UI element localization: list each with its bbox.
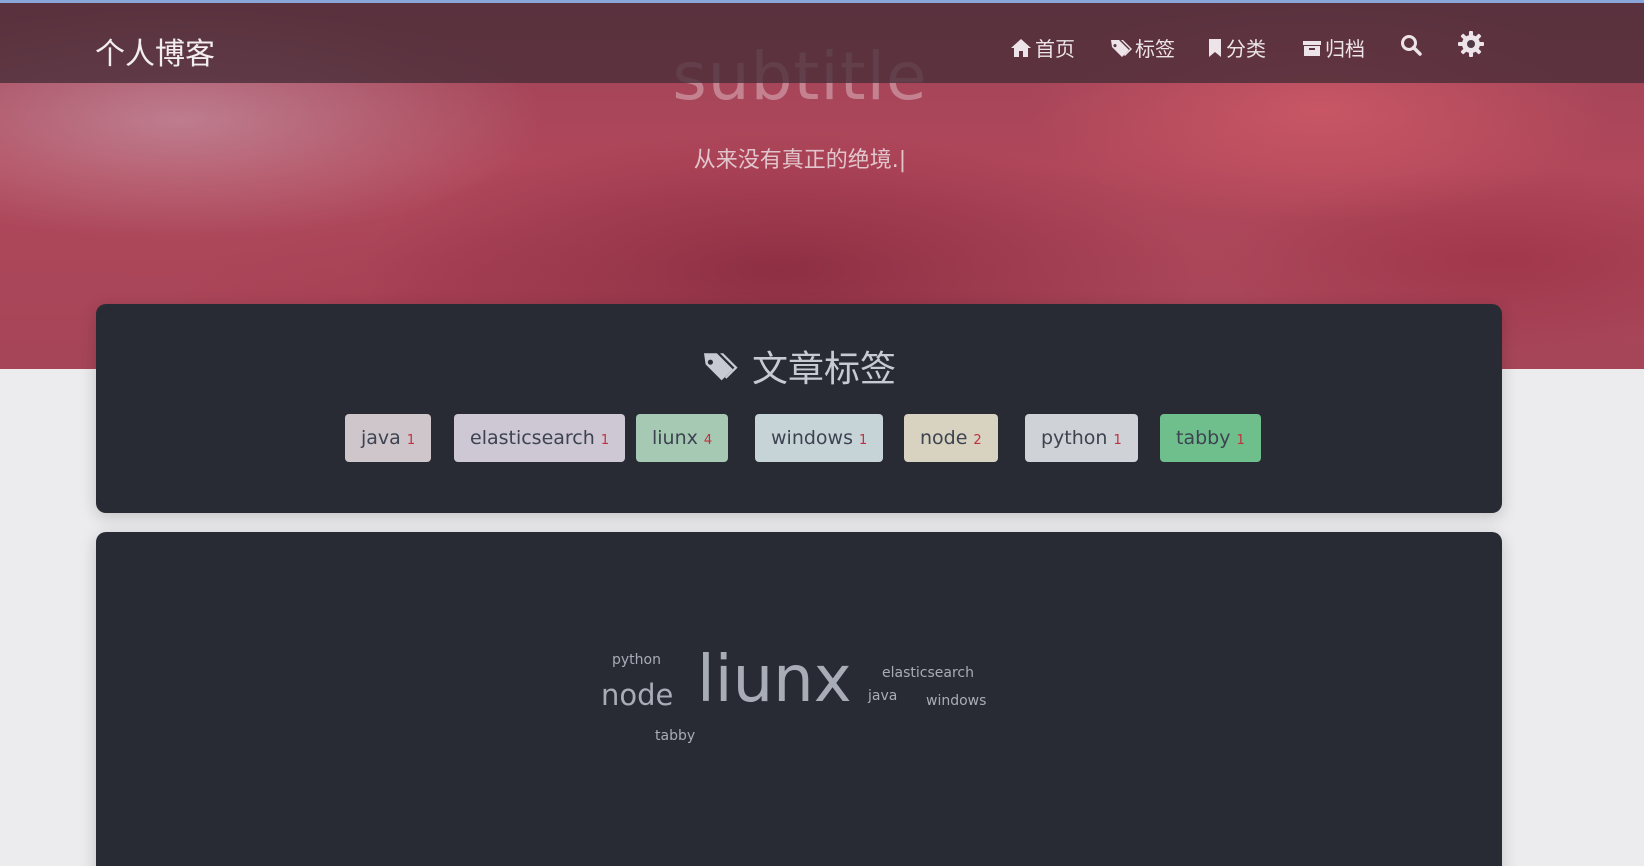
search-icon: [1401, 35, 1422, 56]
cloud-word-windows[interactable]: windows: [926, 693, 986, 709]
hero-motto: 从来没有真正的绝境.|: [693, 148, 907, 173]
tag-chip-name: node: [920, 427, 968, 449]
cloud-word-node[interactable]: node: [601, 678, 673, 712]
tag-chip-name: liunx: [652, 427, 698, 449]
tags-card: 文章标签 java 1 elasticsearch 1 liunx 4 wind…: [96, 304, 1502, 513]
tag-chip-node[interactable]: node 2: [904, 414, 998, 462]
tag-chip-liunx[interactable]: liunx 4: [636, 414, 729, 462]
settings-button[interactable]: [1457, 30, 1485, 62]
tag-chip-tabby[interactable]: tabby 1: [1160, 414, 1261, 462]
archive-icon: [1303, 40, 1321, 56]
search-button[interactable]: [1400, 34, 1422, 60]
cloud-word-tabby[interactable]: tabby: [655, 728, 695, 744]
tag-chip-count: 2: [973, 432, 982, 448]
tag-chip-elasticsearch[interactable]: elasticsearch 1: [454, 414, 626, 462]
top-accent-line: [0, 0, 1644, 3]
tag-chip-count: 1: [1236, 432, 1245, 448]
home-icon: [1011, 38, 1031, 57]
cloud-word-python[interactable]: python: [612, 652, 661, 668]
nav-item-categories[interactable]: 分类: [1207, 33, 1266, 62]
tags-icon: [1111, 39, 1132, 57]
tag-chip-count: 1: [1113, 432, 1122, 448]
nav-item-tags[interactable]: 标签: [1110, 33, 1175, 62]
tag-chip-name: python: [1041, 427, 1108, 449]
nav-item-archive[interactable]: 归档: [1302, 33, 1365, 62]
bookmark-icon: [1209, 38, 1221, 57]
cloud-word-liunx[interactable]: liunx: [697, 643, 852, 717]
tag-chip-name: tabby: [1176, 427, 1231, 449]
tag-chip-name: elasticsearch: [470, 427, 595, 449]
nav-label-archive: 归档: [1325, 37, 1365, 61]
tag-chip-python[interactable]: python 1: [1025, 414, 1138, 462]
nav-label-tags: 标签: [1135, 37, 1175, 61]
tags-card-title-text: 文章标签: [751, 349, 896, 390]
nav-item-home[interactable]: 首页: [1010, 33, 1075, 62]
tag-chip-count: 1: [858, 432, 868, 448]
tag-chip-name: java: [361, 427, 401, 449]
tags-card-title: 文章标签: [96, 340, 1502, 392]
tag-chip-java[interactable]: java 1: [345, 414, 432, 462]
gear-icon: [1458, 31, 1484, 57]
nav-label-home: 首页: [1035, 37, 1075, 61]
tag-chip-name: windows: [771, 427, 853, 449]
navbar: 个人博客 首页 标签 分类 归档: [0, 3, 1644, 83]
nav-label-categories: 分类: [1226, 37, 1266, 61]
tag-cloud-card: python node liunx elasticsearch java win…: [96, 532, 1502, 866]
tag-chip-count: 1: [406, 432, 416, 448]
tag-chip-count: 1: [600, 432, 610, 448]
tags-icon: [703, 353, 738, 381]
tag-chip-windows[interactable]: windows 1: [755, 414, 884, 462]
site-brand[interactable]: 个人博客: [95, 29, 215, 73]
cloud-word-java[interactable]: java: [868, 688, 897, 704]
tag-chip-count: 4: [703, 432, 713, 448]
cloud-word-elasticsearch[interactable]: elasticsearch: [882, 665, 974, 681]
